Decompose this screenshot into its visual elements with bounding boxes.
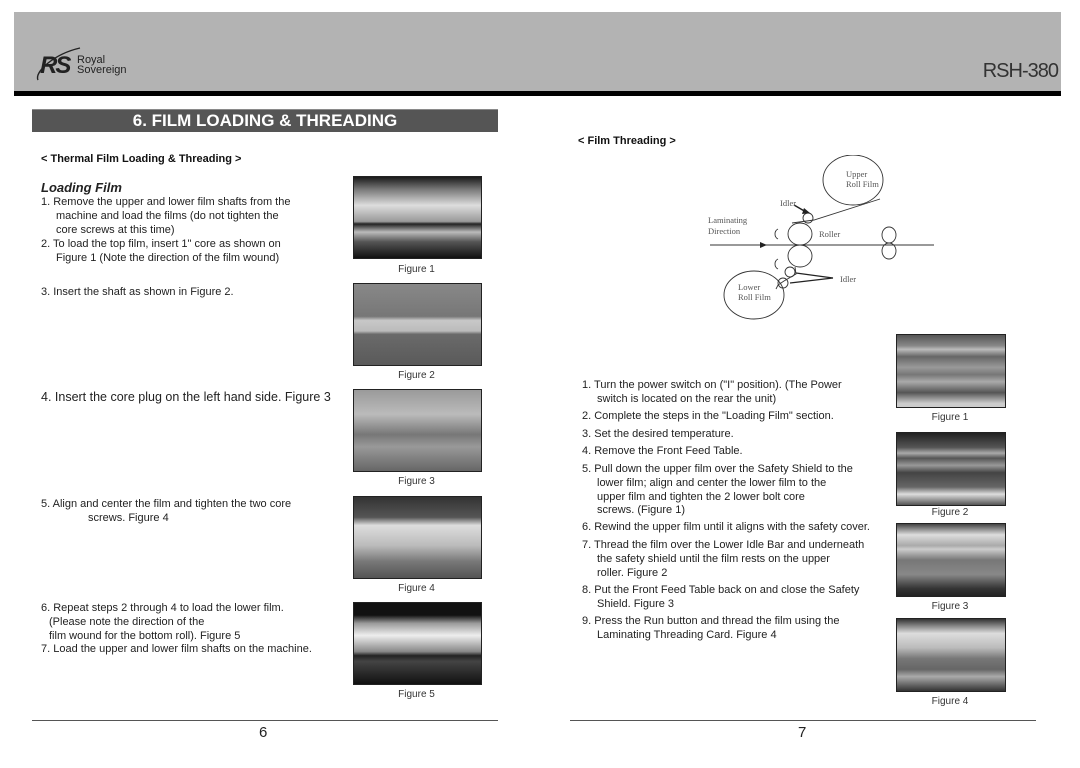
left-figure-4-image: [353, 496, 482, 579]
brand-initials: RS: [40, 52, 71, 79]
brand-line2: Sovereign: [77, 64, 127, 76]
step-text: (Please note the direction of the: [49, 615, 205, 628]
step-text: 3. Set the desired temperature.: [582, 428, 734, 440]
lower-roller-circle: [787, 244, 813, 268]
left-figure-3-caption: Figure 3: [398, 476, 435, 487]
right-step-6: 6. Rewind the upper film until it aligns…: [582, 521, 892, 535]
right-step-7: 7. Thread the film over the Lower Idle B…: [582, 539, 882, 580]
step-text: screws. (Figure 1): [597, 504, 686, 517]
right-figure-2-caption: Figure 2: [931, 507, 969, 518]
right-figure-1-caption: Figure 1: [931, 412, 969, 423]
right-subheading: < Film Threading >: [578, 135, 676, 147]
left-footer-rule: [32, 720, 498, 721]
model-number: RSH-380: [982, 60, 1059, 82]
right-figure-4-image: [896, 618, 1006, 692]
right-figure-4-caption: Figure 4: [931, 696, 969, 707]
step-text: 5. Align and center the film and tighten…: [41, 498, 292, 510]
step-text: 8. Put the Front Feed Table back on and …: [582, 584, 860, 596]
step-text: upper film and tighten the 2 lower bolt …: [597, 490, 805, 503]
step-text: lower film; align and center the lower f…: [597, 476, 827, 489]
film-threading-diagram: Upper Roll Film Lower Roll Film Idler Id…: [708, 155, 934, 320]
left-figure-5-image: [353, 602, 482, 685]
left-page-number: 6: [259, 724, 268, 741]
right-step-4: 4. Remove the Front Feed Table.: [582, 445, 882, 459]
step-text: roller. Figure 2: [597, 566, 668, 579]
step-text: 1. Remove the upper and lower film shaft…: [41, 196, 291, 208]
header-band: [14, 12, 1061, 91]
step-text: Shield. Figure 3: [597, 597, 675, 610]
exit-roller-top: [881, 226, 897, 244]
step-text: 6. Repeat steps 2 through 4 to load the …: [41, 602, 284, 614]
roller-label: Roller: [819, 229, 840, 239]
step-text: Laminating Threading Card. Figure 4: [597, 628, 777, 641]
left-step-3: 3. Insert the shaft as shown in Figure 2…: [41, 286, 341, 300]
heater-icons: [774, 228, 779, 270]
left-step-1: 1. Remove the upper and lower film shaft…: [41, 196, 341, 237]
step-text: 4. Remove the Front Feed Table.: [582, 445, 743, 457]
right-step-8: 8. Put the Front Feed Table back on and …: [582, 584, 882, 612]
left-subheading: < Thermal Film Loading & Threading >: [41, 153, 242, 165]
left-step-7: 7. Load the upper and lower film shafts …: [41, 643, 341, 657]
step-text: switch is located on the rear the unit): [597, 392, 777, 405]
left-figure-2-image: [353, 283, 482, 366]
step-text: 3. Insert the shaft as shown in Figure 2…: [41, 286, 234, 298]
left-figure-2-caption: Figure 2: [398, 370, 435, 381]
left-figure-4-caption: Figure 4: [398, 583, 435, 594]
step-text: 1. Turn the power switch on ("I" positio…: [582, 379, 842, 391]
lower-roll-label-2: Roll Film: [738, 292, 771, 302]
upper-roll-label-2: Roll Film: [846, 179, 879, 189]
left-figure-5-caption: Figure 5: [398, 689, 435, 700]
left-figure-1-image: [353, 176, 482, 259]
step-text: Figure 1 (Note the direction of the film…: [56, 251, 280, 264]
right-figure-3-caption: Figure 3: [931, 601, 969, 612]
step-text: the safety shield until the film rests o…: [597, 552, 830, 565]
left-step-6: 6. Repeat steps 2 through 4 to load the …: [41, 602, 341, 643]
left-step-4: 4. Insert the core plug on the left hand…: [41, 390, 351, 405]
direction-label-2: Direction: [708, 226, 741, 236]
left-step-5: 5. Align and center the film and tighten…: [41, 498, 341, 526]
right-figure-2-image: [896, 432, 1006, 506]
loading-film-title: Loading Film: [41, 180, 122, 195]
step-text: screws. Figure 4: [88, 511, 169, 524]
right-figure-3-image: [896, 523, 1006, 597]
left-figure-1-caption: Figure 1: [398, 264, 435, 275]
idler-top-label: Idler: [780, 198, 796, 208]
step-text: 7. Thread the film over the Lower Idle B…: [582, 539, 865, 551]
step-text: 5. Pull down the upper film over the Saf…: [582, 463, 853, 475]
right-figure-1-image: [896, 334, 1006, 408]
section-title: 6. FILM LOADING & THREADING: [32, 109, 498, 132]
idler-bottom-label: Idler: [840, 274, 856, 284]
step-text: core screws at this time): [56, 223, 175, 236]
right-step-3: 3. Set the desired temperature.: [582, 428, 882, 442]
right-step-9: 9. Press the Run button and thread the f…: [582, 615, 882, 643]
step-text: film wound for the bottom roll). Figure …: [49, 629, 241, 642]
right-step-5: 5. Pull down the upper film over the Saf…: [582, 463, 882, 518]
right-step-2: 2. Complete the steps in the "Loading Fi…: [582, 410, 882, 424]
upper-roller-circle: [787, 222, 813, 246]
step-text: 9. Press the Run button and thread the f…: [582, 615, 840, 627]
header-rule: [14, 91, 1061, 96]
step-text: 7. Load the upper and lower film shafts …: [41, 643, 312, 655]
left-step-2: 2. To load the top film, insert 1" core …: [41, 238, 341, 266]
step-text: machine and load the films (do not tight…: [56, 209, 279, 222]
left-figure-3-image: [353, 389, 482, 472]
step-text: 6. Rewind the upper film until it aligns…: [582, 521, 870, 533]
lower-roll-label-1: Lower: [738, 282, 760, 292]
brand-name: Royal Sovereign: [77, 55, 127, 76]
step-text: 4. Insert the core plug on the left hand…: [41, 390, 331, 404]
right-step-1: 1. Turn the power switch on ("I" positio…: [582, 379, 882, 407]
right-page-number: 7: [798, 724, 807, 741]
upper-roll-label-1: Upper: [846, 169, 867, 179]
step-text: 2. Complete the steps in the "Loading Fi…: [582, 410, 834, 422]
step-text: 2. To load the top film, insert 1" core …: [41, 238, 281, 250]
direction-label-1: Laminating: [708, 215, 748, 225]
right-footer-rule: [570, 720, 1036, 721]
